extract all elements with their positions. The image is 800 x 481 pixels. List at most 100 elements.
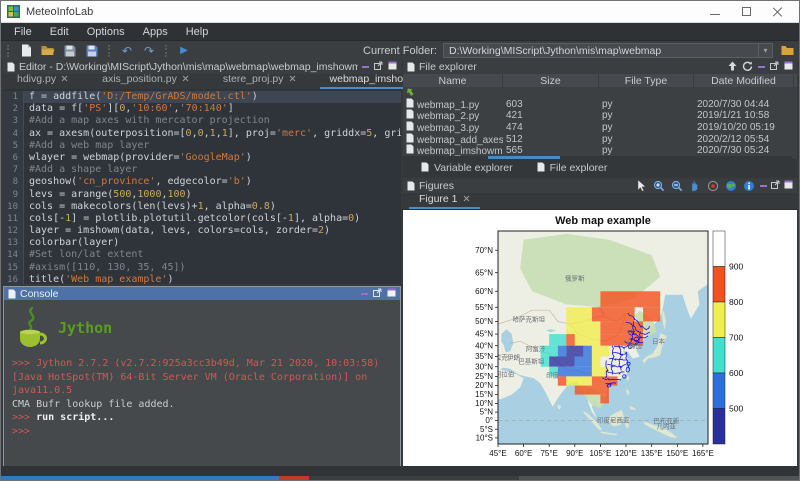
y-tick-label: 45°N [475, 330, 493, 339]
menu-apps[interactable]: Apps [134, 25, 177, 39]
editor-tab-stere_proj.py[interactable]: stere_proj.py [213, 72, 306, 89]
line-number: 16 [3, 274, 24, 284]
file-row[interactable]: webmap_add_axes.py512py2020/2/12 05:54 [403, 133, 797, 145]
run-script-icon[interactable]: ▶ [176, 43, 192, 58]
app-window: MeteoInfoLab FileEditOptionsAppsHelp ↶ ↷… [0, 0, 800, 481]
tab-label: stere_proj.py [223, 73, 284, 85]
parent-directory-row[interactable] [403, 87, 797, 99]
code-line[interactable]: 3#Add a map axes with mercator projectio… [3, 115, 401, 127]
code-line[interactable]: 10cols = makecolors(len(levs)+1, alpha=0… [3, 201, 401, 213]
code-line[interactable]: 4ax = axesm(outerposition=[0,0,1,1], pro… [3, 128, 401, 140]
cursor-icon[interactable] [634, 180, 648, 193]
panel-float-icon[interactable] [771, 180, 780, 192]
close-icon[interactable] [773, 7, 783, 17]
column-header-date-modified[interactable]: Date Modified [694, 74, 794, 87]
pan-icon[interactable] [688, 180, 702, 193]
file-explorer-panel: File explorer NameSizeFile TypeDate Modi… [403, 60, 797, 177]
file-table-header[interactable]: NameSizeFile TypeDate Modified [403, 74, 797, 87]
editor-tab-hdivg.py[interactable]: hdivg.py [7, 72, 78, 89]
maximize-icon[interactable] [742, 7, 751, 16]
new-file-icon[interactable] [18, 43, 34, 58]
tab-file-explorer[interactable]: File explorer [529, 162, 616, 175]
tab-close-icon[interactable] [61, 73, 68, 85]
map-place-label: 几内亚 [656, 421, 676, 430]
current-folder-label: Current Folder: [363, 45, 437, 57]
browse-folder-icon[interactable] [779, 43, 795, 58]
horizontal-scrollbar[interactable] [403, 156, 792, 159]
map-place-label: 印度 [546, 370, 560, 379]
editor-tab-axis_position.py[interactable]: axis_position.py [92, 72, 199, 89]
file-row[interactable]: webmap_1.py603py2020/7/30 04:44 [403, 99, 797, 111]
console-text: CMA Bufr lookup file added. [12, 399, 175, 410]
panel-minimize-icon[interactable] [760, 185, 767, 187]
code-line[interactable]: 16title('Web map example') [3, 274, 401, 284]
document-icon [537, 162, 545, 175]
code-line[interactable]: 2data = f['PS'][0,'10:60','70:140'] [3, 103, 401, 115]
zoom-out-icon[interactable] [670, 180, 684, 193]
console-output[interactable]: Jython >>> Jython 2.7.2 (v2.7.2:925a3cc3… [4, 300, 400, 467]
column-header-file-type[interactable]: File Type [599, 74, 694, 87]
code-line[interactable]: 7#Add a shape layer [3, 164, 401, 176]
panel-minimize-icon[interactable] [361, 293, 368, 295]
globe-icon[interactable] [724, 180, 738, 193]
column-header-size[interactable]: Size [503, 74, 599, 87]
file-row[interactable]: webmap_imshowm.py565py2020/7/30 05:24 [403, 145, 797, 157]
panel-maximize-icon[interactable] [387, 288, 396, 300]
file-type: py [599, 110, 694, 121]
code-line[interactable]: 11cols[-1] = plotlib.plotutil.getcolor(c… [3, 213, 401, 225]
up-arrow-icon[interactable] [728, 61, 737, 74]
tab-close-icon[interactable] [289, 73, 296, 85]
panel-float-icon[interactable] [373, 288, 382, 300]
redo-icon[interactable]: ↷ [141, 43, 157, 58]
identify-icon[interactable] [706, 180, 720, 193]
panel-minimize-icon[interactable] [362, 66, 369, 68]
code-line[interactable]: 6wlayer = webmap(provider='GoogleMap') [3, 152, 401, 164]
code-line[interactable]: 5#Add a web map layer [3, 140, 401, 152]
panel-maximize-icon[interactable] [784, 61, 793, 73]
console-line: >>> run script... [12, 411, 392, 425]
tab-close-icon[interactable] [182, 73, 189, 85]
code-line[interactable]: 14#Set lon/lat extent [3, 249, 401, 261]
panel-float-icon[interactable] [770, 61, 779, 73]
code-line[interactable]: 8geoshow('cn_province', edgecolor='b') [3, 176, 401, 188]
figure-canvas[interactable]: Web map example俄罗斯哈萨克斯坦日本韩国阿富汗伊拉克伊朗巴基斯坦沙… [403, 209, 797, 468]
map-place-label: 韩国 [629, 341, 642, 350]
colorbar-label: 800 [729, 297, 743, 307]
file-row[interactable]: webmap_3.py474py2019/10/20 05:19 [403, 122, 797, 134]
window-title: MeteoInfoLab [26, 6, 93, 18]
code-line[interactable]: 12layer = imshowm(data, levs, colors=col… [3, 225, 401, 237]
code-line[interactable]: 9levs = arange(500,1000,100) [3, 189, 401, 201]
figure-tab[interactable]: Figure 1 [409, 192, 480, 209]
open-file-icon[interactable] [40, 43, 56, 58]
chevron-down-icon[interactable]: ▾ [758, 44, 772, 57]
console-prompt: >>> [12, 426, 30, 437]
minimize-icon[interactable] [710, 9, 720, 15]
info-icon[interactable] [742, 180, 756, 193]
panel-minimize-icon[interactable] [758, 66, 765, 68]
refresh-icon[interactable] [742, 61, 753, 74]
code-line[interactable]: 15#axism([110, 130, 35, 45]) [3, 262, 401, 274]
code-line[interactable]: 1f = addfile('D:/Temp/GrADS/model.ctl') [3, 91, 401, 103]
scrollbar-thumb[interactable] [488, 156, 560, 159]
panel-maximize-icon[interactable] [784, 180, 793, 192]
code-editor[interactable]: 1f = addfile('D:/Temp/GrADS/model.ctl')2… [3, 89, 401, 284]
menu-options[interactable]: Options [78, 25, 134, 39]
save-as-icon[interactable] [84, 43, 100, 58]
file-modified: 2020/7/30 04:44 [694, 99, 794, 110]
column-header-name[interactable]: Name [403, 74, 503, 87]
file-row[interactable]: webmap_2.py421py2019/1/21 10:58 [403, 110, 797, 122]
code-line[interactable]: 13colorbar(layer) [3, 237, 401, 249]
undo-icon[interactable]: ↶ [119, 43, 135, 58]
menu-file[interactable]: File [5, 25, 41, 39]
save-icon[interactable] [62, 43, 78, 58]
tab-close-icon[interactable] [463, 193, 470, 205]
menu-edit[interactable]: Edit [41, 25, 78, 39]
code-text: cols[-1] = plotlib.plotutil.getcolor(col… [24, 213, 401, 225]
current-folder-combo[interactable]: D:\Working\MIScript\Jython\mis\map\webma… [443, 43, 773, 58]
menu-bar: FileEditOptionsAppsHelp [1, 23, 799, 41]
y-tick-label: 10°S [476, 434, 493, 443]
menu-help[interactable]: Help [177, 25, 218, 39]
zoom-in-icon[interactable] [652, 180, 666, 193]
line-number: 3 [3, 115, 24, 127]
tab-variable-explorer[interactable]: Variable explorer [413, 162, 521, 175]
